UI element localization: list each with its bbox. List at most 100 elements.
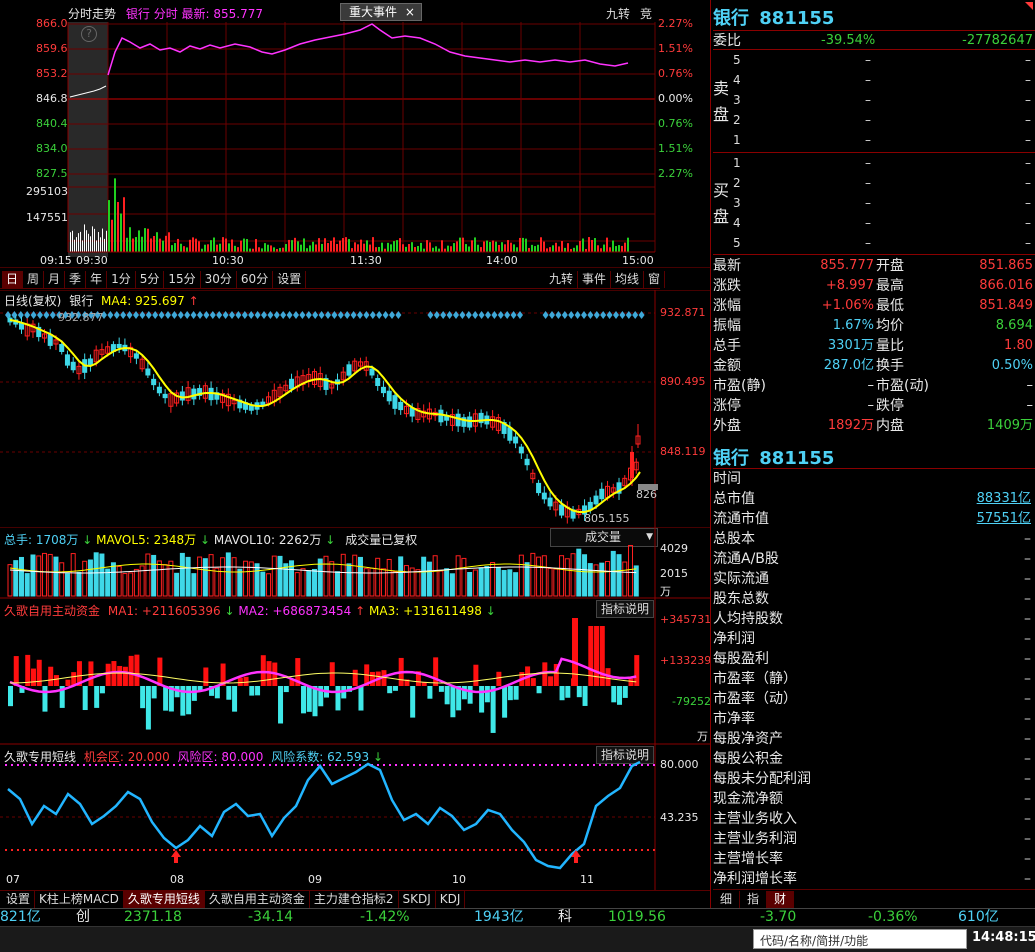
indicator-tab[interactable]: 主力建仓指标2	[310, 891, 399, 908]
event-marker	[472, 311, 479, 319]
intraday-vol-bar	[327, 243, 329, 252]
event-marker	[126, 311, 133, 319]
intraday-price-label: 834.0	[36, 142, 68, 155]
intraday-vol-bar	[255, 239, 257, 252]
detail-tab[interactable]: 财	[767, 891, 795, 908]
intraday-price-label: 866.0	[36, 17, 68, 30]
event-marker	[555, 311, 562, 319]
search-box[interactable]: 代码/名称/简拼/功能	[753, 929, 967, 949]
fundamental-row: 时间	[713, 469, 1035, 489]
volume-bar	[610, 550, 616, 597]
kline-option-tab[interactable]: 窗	[644, 271, 666, 288]
period-tab[interactable]: 月	[44, 271, 66, 288]
indicator-tab[interactable]: 久歌自用主动资金	[205, 891, 310, 908]
detail-tab[interactable]: 指	[740, 891, 768, 908]
sell-order-row: 4 – –	[733, 70, 1035, 90]
fund-bar	[410, 686, 416, 718]
period-tab[interactable]: 1分	[107, 271, 136, 288]
stat-label: 金额	[713, 358, 741, 374]
fund-bar	[186, 686, 192, 715]
intraday-vol-bar	[540, 237, 542, 252]
volume-bar	[179, 552, 185, 597]
volume-bar	[7, 564, 13, 597]
kline-option-tab[interactable]: 事件	[578, 271, 612, 288]
search-placeholder: 代码/名称/简拼/功能	[760, 934, 869, 948]
kline-option-tab[interactable]: 九转	[545, 271, 579, 288]
right-panel-border	[710, 0, 711, 908]
fundamental-value[interactable]: 88331亿	[977, 489, 1031, 509]
period-tab[interactable]: 日	[2, 271, 24, 288]
order-level: 4	[733, 73, 741, 87]
detail-tab[interactable]: 细	[713, 891, 741, 908]
intraday-vol-bar	[474, 237, 476, 252]
period-tab[interactable]: 季	[65, 271, 87, 288]
indicator-tab[interactable]: 设置	[2, 891, 36, 908]
period-tab[interactable]: 30分	[201, 271, 237, 288]
event-marker	[440, 311, 447, 319]
period-tab[interactable]: 5分	[136, 271, 165, 288]
intraday-vol-bar	[498, 244, 500, 252]
volume-bar	[478, 567, 484, 597]
intraday-vol-bar	[297, 241, 299, 252]
candle-body	[599, 488, 605, 500]
volume-bar	[36, 555, 42, 597]
intraday-vol-bar	[594, 238, 596, 252]
intraday-vol-bar	[291, 240, 293, 252]
volume-bar	[559, 555, 565, 597]
intraday-vol-bar	[228, 243, 230, 252]
kline-option-tab[interactable]: 均线	[611, 271, 645, 288]
stat-row: 市盈(静) – 市盈(动) –	[713, 376, 1035, 396]
event-marker	[145, 311, 152, 319]
period-tab[interactable]: 周	[23, 271, 45, 288]
intraday-vol-bar	[186, 247, 188, 252]
intraday-vol-bar	[522, 237, 524, 252]
fundamental-row: 总市值 88331亿	[713, 489, 1035, 509]
volume-bar	[128, 572, 134, 597]
event-marker	[389, 311, 395, 319]
fund-bar	[65, 679, 71, 686]
intraday-pct-label: 0.76%	[658, 67, 693, 80]
intraday-pre-vol-bar	[92, 226, 93, 252]
event-marker	[344, 311, 351, 319]
indicator-tab[interactable]: K柱上榜MACD	[35, 891, 124, 908]
order-volume: –	[1025, 93, 1031, 107]
buy-order-row: 3 – –	[733, 193, 1035, 213]
stat-label: 市盈(动)	[876, 378, 929, 394]
intraday-vol-bar	[315, 244, 317, 252]
fundamental-row: 市净率 –	[713, 709, 1035, 729]
period-tab[interactable]: 设置	[273, 271, 307, 288]
intraday-pct-label: 1.51%	[658, 142, 693, 155]
fund-bar	[278, 686, 284, 724]
fund-bar	[48, 666, 54, 686]
intraday-vol-bar	[471, 240, 473, 252]
fundamental-row: 净利润增长率 –	[713, 869, 1035, 889]
intraday-vol-bar	[162, 240, 164, 252]
fund-bar	[203, 667, 209, 686]
intraday-vol-bar	[501, 242, 503, 252]
event-marker	[581, 311, 587, 319]
fund-bar	[582, 686, 588, 706]
indicator-tab[interactable]: SKDJ	[399, 891, 436, 908]
indicator-tab[interactable]: KDJ	[436, 891, 466, 908]
intraday-vol-bar	[459, 237, 461, 252]
indicator-tab[interactable]: 久歌专用短线	[123, 891, 205, 908]
period-tab[interactable]: 15分	[164, 271, 201, 288]
intraday-pre-vol-bar	[102, 228, 103, 252]
weibi-diff: -27782647	[962, 33, 1033, 48]
ticker-item: -1.42%	[360, 909, 410, 925]
volume-bar	[156, 560, 162, 597]
fundamental-value[interactable]: 57551亿	[977, 509, 1031, 529]
period-tab[interactable]: 60分	[237, 271, 274, 288]
event-marker	[171, 311, 178, 319]
candle-body	[438, 409, 444, 423]
candle-body	[524, 458, 530, 466]
fund-bar	[249, 686, 255, 696]
period-tab[interactable]: 年	[86, 271, 108, 288]
fundamental-row: 现金流净额 –	[713, 789, 1035, 809]
intraday-vol-bar	[390, 244, 392, 252]
candle-body	[116, 343, 122, 349]
intraday-vol-bar	[381, 242, 383, 252]
volume-bar	[599, 562, 605, 597]
volume-bar	[536, 556, 542, 597]
intraday-vol-bar	[111, 219, 113, 252]
